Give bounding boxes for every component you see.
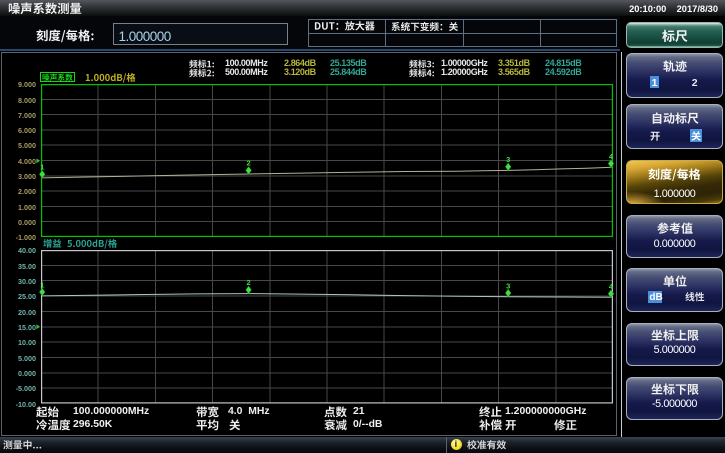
svg-text:3: 3 xyxy=(506,281,510,290)
svg-text:3: 3 xyxy=(506,155,510,164)
svg-text:1: 1 xyxy=(40,280,44,289)
svg-text:1: 1 xyxy=(40,163,44,172)
svg-text:2: 2 xyxy=(247,278,251,287)
svg-text:2: 2 xyxy=(247,159,251,168)
